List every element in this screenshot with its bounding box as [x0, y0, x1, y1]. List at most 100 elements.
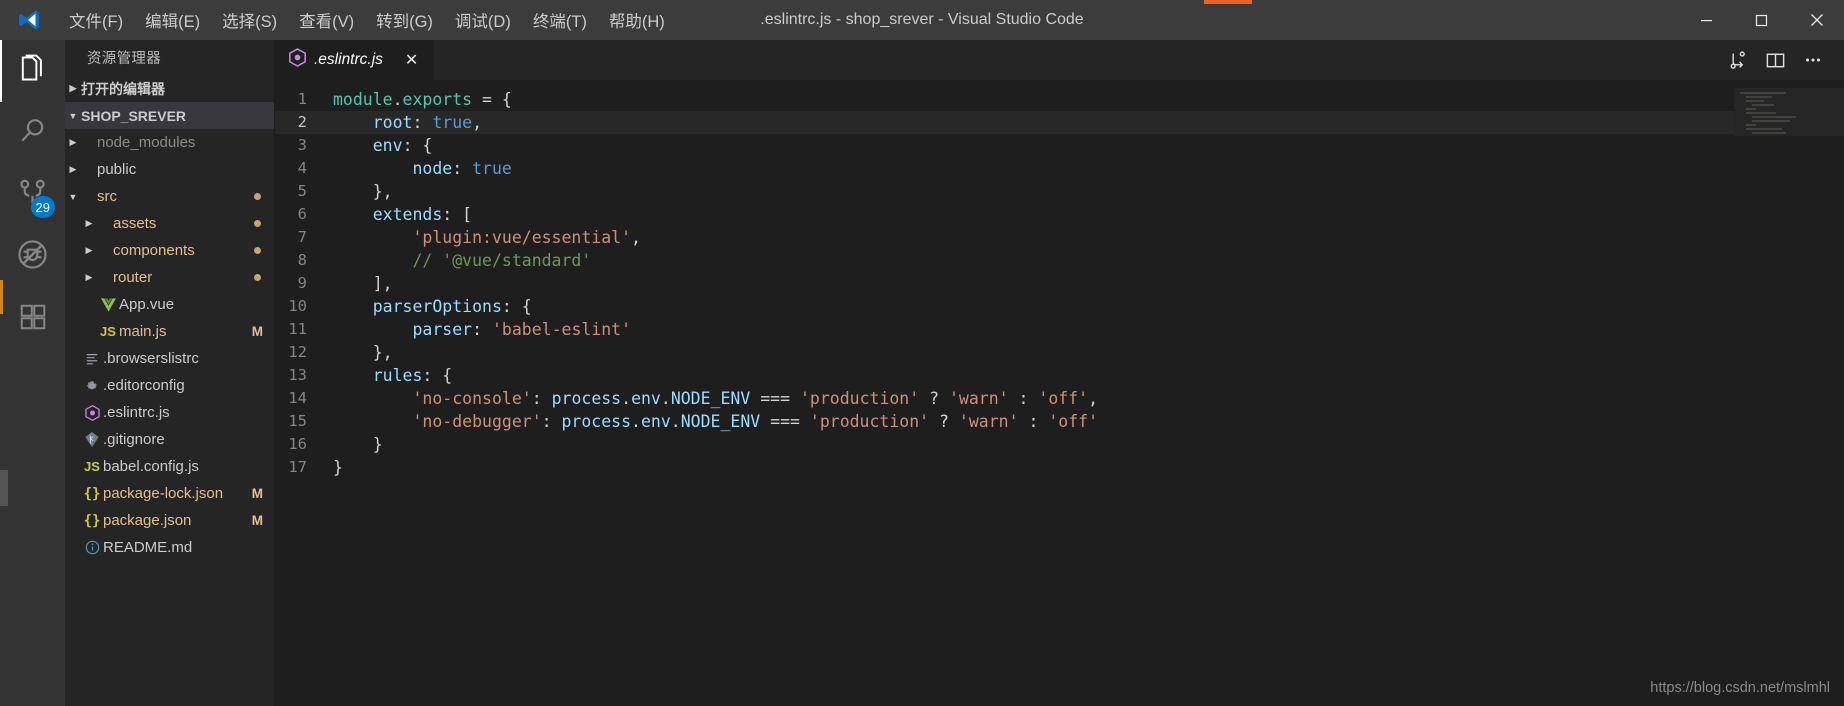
- line-text: }: [333, 458, 343, 477]
- tree-item-router[interactable]: ▶ router: [65, 264, 275, 291]
- modified-dot: [254, 247, 261, 254]
- tree-item-main-js[interactable]: JS main.js M: [65, 318, 275, 345]
- menu-go[interactable]: 转到(G): [365, 0, 444, 40]
- menu-edit[interactable]: 编辑(E): [134, 0, 211, 40]
- code-line: 3 env: {: [275, 134, 1844, 157]
- tab-eslintrc[interactable]: .eslintrc.js ✕: [275, 40, 435, 80]
- tree-item-label: node_modules: [97, 134, 196, 151]
- line-text: },: [333, 343, 393, 362]
- section-project-root[interactable]: ▼ SHOP_SREVER: [65, 102, 275, 129]
- modified-badge: M: [251, 486, 263, 501]
- chevron-right-icon: ▶: [85, 272, 93, 282]
- tree-item-label: components: [113, 242, 195, 259]
- menu-selection[interactable]: 选择(S): [211, 0, 288, 40]
- tree-item-assets[interactable]: ▶ assets: [65, 210, 275, 237]
- tab-close-icon[interactable]: ✕: [401, 50, 422, 70]
- js-icon: JS: [84, 459, 100, 474]
- modified-dot: [254, 220, 261, 227]
- file-tree: ▶ 打开的编辑器 ▼ SHOP_SREVER ▶ node_modules ▶ pub…: [65, 75, 275, 706]
- activity-run-debug[interactable]: [0, 226, 65, 288]
- search-icon: [17, 115, 48, 151]
- activity-bar: 29: [0, 40, 65, 706]
- tree-item-label: .gitignore: [103, 431, 165, 448]
- chevron-down-icon: ▼: [68, 191, 78, 202]
- code-line: 4 node: true: [275, 157, 1844, 180]
- menu-file[interactable]: 文件(F): [58, 0, 134, 40]
- menu-view[interactable]: 查看(V): [288, 0, 365, 40]
- activity-search[interactable]: [0, 102, 65, 164]
- editor-tabs: .eslintrc.js ✕: [275, 40, 1844, 80]
- split-editor-icon[interactable]: [1758, 40, 1792, 80]
- line-text: env: {: [372, 136, 433, 155]
- line-text: // '@vue/standard': [412, 251, 592, 270]
- line-number: 2: [297, 113, 307, 131]
- tree-item-public[interactable]: ▶ public: [65, 156, 275, 183]
- code-line: 10 parserOptions: {: [275, 295, 1844, 318]
- tree-item-editorconfig[interactable]: .editorconfig: [65, 372, 275, 399]
- code-line: 17}: [275, 456, 1844, 479]
- run-file-icon[interactable]: [1720, 40, 1754, 80]
- tree-item-app-vue[interactable]: App.vue: [65, 291, 275, 318]
- menu-terminal[interactable]: 终端(T): [522, 0, 598, 40]
- code-area[interactable]: 1 module.exports = {2 root: true, 3 env: {…: [275, 80, 1844, 706]
- tree-item-label: package.json: [103, 512, 192, 529]
- chevron-right-icon: ▶: [69, 137, 77, 147]
- code-line: 15 'no-debugger': process.env.NODE_ENV =…: [275, 410, 1844, 433]
- code-line: 7 'plugin:vue/essential',: [275, 226, 1844, 249]
- close-button[interactable]: [1789, 0, 1844, 40]
- line-text: 'no-console': process.env.NODE_ENV === '…: [412, 389, 1099, 408]
- line-number: 10: [288, 297, 307, 315]
- line-number: 16: [288, 435, 307, 453]
- code-line: 14 'no-console': process.env.NODE_ENV ==…: [275, 387, 1844, 410]
- tree-item-babel-config-js[interactable]: JS babel.config.js: [65, 453, 275, 480]
- tree-item-package-json[interactable]: {} package.json M: [65, 507, 275, 534]
- code-line: 6 extends: [: [275, 203, 1844, 226]
- minimize-button[interactable]: [1679, 0, 1734, 40]
- tree-item-label: src: [97, 188, 117, 205]
- maximize-button[interactable]: [1734, 0, 1789, 40]
- tree-item-label: App.vue: [119, 296, 175, 313]
- modified-dot: [254, 193, 261, 200]
- eslint-icon: [81, 404, 103, 421]
- tree-item-label: main.js: [119, 323, 167, 340]
- watermark-url: https://blog.csdn.net/mslmhl: [1650, 680, 1830, 696]
- window-tab-indicator: [1204, 0, 1252, 4]
- code-line: 1 module.exports = {: [275, 88, 1844, 111]
- menu-debug[interactable]: 调试(D): [444, 0, 522, 40]
- line-number: 6: [297, 205, 307, 223]
- source-control-badge: 29: [30, 196, 55, 218]
- line-text: extends: [: [372, 205, 473, 224]
- eslint-icon: [289, 48, 306, 72]
- section-open-editors[interactable]: ▶ 打开的编辑器: [65, 75, 275, 102]
- tree-item-components[interactable]: ▶ components: [65, 237, 275, 264]
- code-line: 11 parser: 'babel-eslint': [275, 318, 1844, 341]
- line-number: 15: [288, 412, 307, 430]
- open-editors-label: 打开的编辑器: [81, 80, 165, 97]
- more-actions-icon[interactable]: [1796, 40, 1830, 80]
- tree-item-readme-md[interactable]: README.md: [65, 534, 275, 561]
- line-number: 14: [288, 389, 307, 407]
- window-edge-artifacts: [0, 0, 8, 706]
- tree-item-src[interactable]: ▼ src: [65, 183, 275, 210]
- activity-source-control[interactable]: 29: [0, 164, 65, 226]
- gear-icon: [81, 379, 103, 393]
- info-icon: [81, 540, 103, 555]
- activity-explorer[interactable]: [0, 40, 65, 102]
- tree-item-label: .eslintrc.js: [103, 404, 170, 421]
- menu-bar: 文件(F) 编辑(E) 选择(S) 查看(V) 转到(G) 调试(D) 终端(T…: [58, 0, 676, 40]
- tree-item-label: public: [97, 161, 137, 178]
- menu-help[interactable]: 帮助(H): [598, 0, 676, 40]
- tree-item-browserslistrc[interactable]: .browserslistrc: [65, 345, 275, 372]
- run-debug-icon: [16, 238, 49, 276]
- tree-item-package-lock-json[interactable]: {} package-lock.json M: [65, 480, 275, 507]
- tree-item-gitignore[interactable]: .gitignore: [65, 426, 275, 453]
- tree-item-label: .editorconfig: [103, 377, 185, 394]
- tree-item-node-modules[interactable]: ▶ node_modules: [65, 129, 275, 156]
- line-number: 7: [297, 228, 307, 246]
- tree-item-eslintrc-js[interactable]: .eslintrc.js: [65, 399, 275, 426]
- chevron-right-icon: ▶: [85, 245, 93, 255]
- js-icon: JS: [100, 324, 116, 339]
- line-text: },: [333, 182, 393, 201]
- line-number: 8: [297, 251, 307, 269]
- activity-extensions[interactable]: [0, 288, 65, 350]
